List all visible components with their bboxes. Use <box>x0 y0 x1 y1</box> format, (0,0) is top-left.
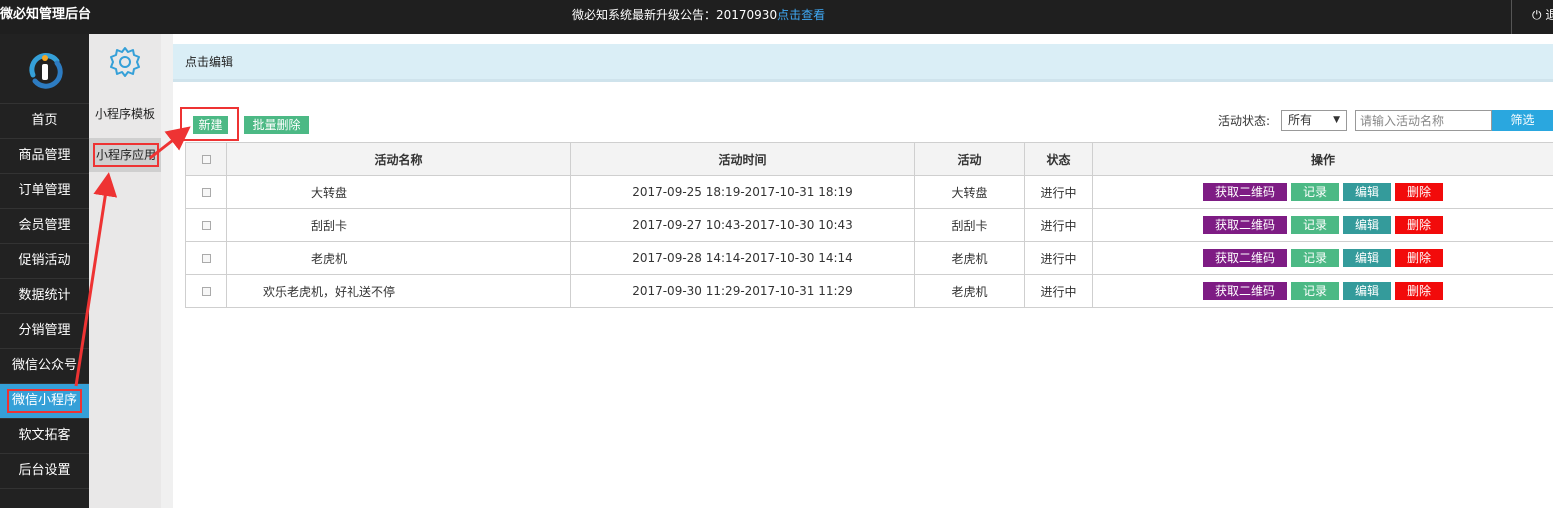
row-checkbox[interactable] <box>201 287 211 296</box>
status-select-value: 所有 <box>1288 113 1313 127</box>
record-button[interactable]: 记录 <box>1291 216 1339 234</box>
get-qrcode-button[interactable]: 获取二维码 <box>1203 216 1287 234</box>
row-ops: 获取二维码 记录 编辑 删除 <box>1092 175 1553 209</box>
delete-button[interactable]: 删除 <box>1395 249 1443 267</box>
header-status: 状态 <box>1024 142 1093 176</box>
nav-item-soft-articles[interactable]: 软文拓客 <box>0 419 89 454</box>
logo-icon <box>28 52 63 89</box>
delete-button[interactable]: 删除 <box>1395 183 1443 201</box>
record-button[interactable]: 记录 <box>1291 282 1339 300</box>
upgrade-notice: 微必知系统最新升级公告：20170930点击查看 <box>572 0 825 34</box>
column-gap <box>161 34 173 508</box>
nav-item-wechat-miniprogram[interactable]: 微信小程序 <box>0 384 89 419</box>
activity-time: 2017-09-25 18:19-2017-10-31 18:19 <box>570 175 915 209</box>
nav-item-promotions[interactable]: 促销活动 <box>0 244 89 279</box>
activity-status: 进行中 <box>1024 274 1093 308</box>
select-all-cell <box>185 142 227 176</box>
nav-item-settings[interactable]: 后台设置 <box>0 454 89 489</box>
edit-button[interactable]: 编辑 <box>1343 249 1391 267</box>
sub-item-label: 小程序应用 <box>93 143 160 167</box>
power-icon: ⏻ <box>1532 8 1542 22</box>
row-checkbox-cell <box>185 175 227 209</box>
nav-item-products[interactable]: 商品管理 <box>0 139 89 174</box>
activity-type: 老虎机 <box>914 241 1025 275</box>
row-checkbox-cell <box>185 274 227 308</box>
header-name: 活动名称 <box>226 142 571 176</box>
nav-item-members[interactable]: 会员管理 <box>0 209 89 244</box>
header-time: 活动时间 <box>570 142 915 176</box>
sub-sidebar: 小程序模板 小程序应用 <box>89 34 161 508</box>
new-button[interactable]: 新建 <box>193 116 228 134</box>
activity-name-input[interactable] <box>1355 110 1492 131</box>
row-checkbox-cell <box>185 241 227 275</box>
get-qrcode-button[interactable]: 获取二维码 <box>1203 282 1287 300</box>
table-row: 刮刮卡 2017-09-27 10:43-2017-10-30 10:43 刮刮… <box>185 208 1553 242</box>
sub-item-templates[interactable]: 小程序模板 <box>89 97 161 131</box>
nav-item-home[interactable]: 首页 <box>0 104 89 139</box>
activity-status: 进行中 <box>1024 241 1093 275</box>
row-ops: 获取二维码 记录 编辑 删除 <box>1092 241 1553 275</box>
activity-status: 进行中 <box>1024 208 1093 242</box>
nav-item-wechat-official[interactable]: 微信公众号 <box>0 349 89 384</box>
logo <box>0 34 89 104</box>
activity-time: 2017-09-30 11:29-2017-10-31 11:29 <box>570 274 915 308</box>
row-checkbox-cell <box>185 208 227 242</box>
nav-item-label: 微信小程序 <box>6 389 82 413</box>
status-select[interactable]: 所有 ▼ <box>1281 110 1347 131</box>
brand-title: 微必知管理后台 <box>0 7 92 22</box>
row-ops: 获取二维码 记录 编辑 删除 <box>1092 274 1553 308</box>
notice-text: 微必知系统最新升级公告：20170930 <box>572 8 778 22</box>
edit-button[interactable]: 编辑 <box>1343 183 1391 201</box>
activity-type: 大转盘 <box>914 175 1025 209</box>
notice-link[interactable]: 点击查看 <box>777 8 825 22</box>
delete-button[interactable]: 删除 <box>1395 282 1443 300</box>
nav-item-distribution[interactable]: 分销管理 <box>0 314 89 349</box>
batch-delete-button[interactable]: 批量删除 <box>244 116 309 134</box>
sub-item-applications[interactable]: 小程序应用 <box>89 138 161 172</box>
get-qrcode-button[interactable]: 获取二维码 <box>1203 183 1287 201</box>
activity-time: 2017-09-28 14:14-2017-10-30 14:14 <box>570 241 915 275</box>
activity-name: 大转盘 <box>226 175 571 209</box>
status-filter-label: 活动状态: <box>1218 114 1271 128</box>
main-content: 点击编辑 新建 批量删除 活动状态: 所有 ▼ 筛选 活动名称 活动时间 活动 … <box>173 34 1553 508</box>
logout-button[interactable]: ⏻ 退出 <box>1511 0 1553 34</box>
caret-down-icon: ▼ <box>1333 115 1340 125</box>
activity-type: 老虎机 <box>914 274 1025 308</box>
gear-icon <box>89 34 161 90</box>
edit-button[interactable]: 编辑 <box>1343 216 1391 234</box>
table-row: 大转盘 2017-09-25 18:19-2017-10-31 18:19 大转… <box>185 175 1553 209</box>
activity-name: 欢乐老虎机，好礼送不停 <box>226 274 571 308</box>
row-checkbox[interactable] <box>201 221 211 230</box>
activity-status: 进行中 <box>1024 175 1093 209</box>
record-button[interactable]: 记录 <box>1291 249 1339 267</box>
activity-name: 老虎机 <box>226 241 571 275</box>
activity-time: 2017-09-27 10:43-2017-10-30 10:43 <box>570 208 915 242</box>
row-ops: 获取二维码 记录 编辑 删除 <box>1092 208 1553 242</box>
activity-table: 活动名称 活动时间 活动 状态 操作 大转盘 2017-09-25 18:19-… <box>185 142 1553 308</box>
logout-label: 退出 <box>1545 8 1553 22</box>
record-button[interactable]: 记录 <box>1291 183 1339 201</box>
edit-button[interactable]: 编辑 <box>1343 282 1391 300</box>
select-all-checkbox[interactable] <box>201 155 211 164</box>
nav-item-statistics[interactable]: 数据统计 <box>0 279 89 314</box>
table-row: 老虎机 2017-09-28 14:14-2017-10-30 14:14 老虎… <box>185 241 1553 275</box>
activity-type: 刮刮卡 <box>914 208 1025 242</box>
activity-name: 刮刮卡 <box>226 208 571 242</box>
new-button-highlight: 新建 <box>180 107 239 141</box>
breadcrumb[interactable]: 点击编辑 <box>173 44 1553 82</box>
delete-button[interactable]: 删除 <box>1395 216 1443 234</box>
nav-item-orders[interactable]: 订单管理 <box>0 174 89 209</box>
top-bar: 微必知管理后台 微必知系统最新升级公告：20170930点击查看 ⏻ 退出 <box>0 0 1553 34</box>
main-sidebar: 首页 商品管理 订单管理 会员管理 促销活动 数据统计 分销管理 微信公众号 微… <box>0 34 89 508</box>
table-row: 欢乐老虎机，好礼送不停 2017-09-30 11:29-2017-10-31 … <box>185 274 1553 308</box>
header-ops: 操作 <box>1092 142 1553 176</box>
header-activity: 活动 <box>914 142 1025 176</box>
table-header-row: 活动名称 活动时间 活动 状态 操作 <box>185 142 1553 176</box>
get-qrcode-button[interactable]: 获取二维码 <box>1203 249 1287 267</box>
row-checkbox[interactable] <box>201 254 211 263</box>
row-checkbox[interactable] <box>201 188 211 197</box>
filter-button[interactable]: 筛选 <box>1492 110 1553 131</box>
